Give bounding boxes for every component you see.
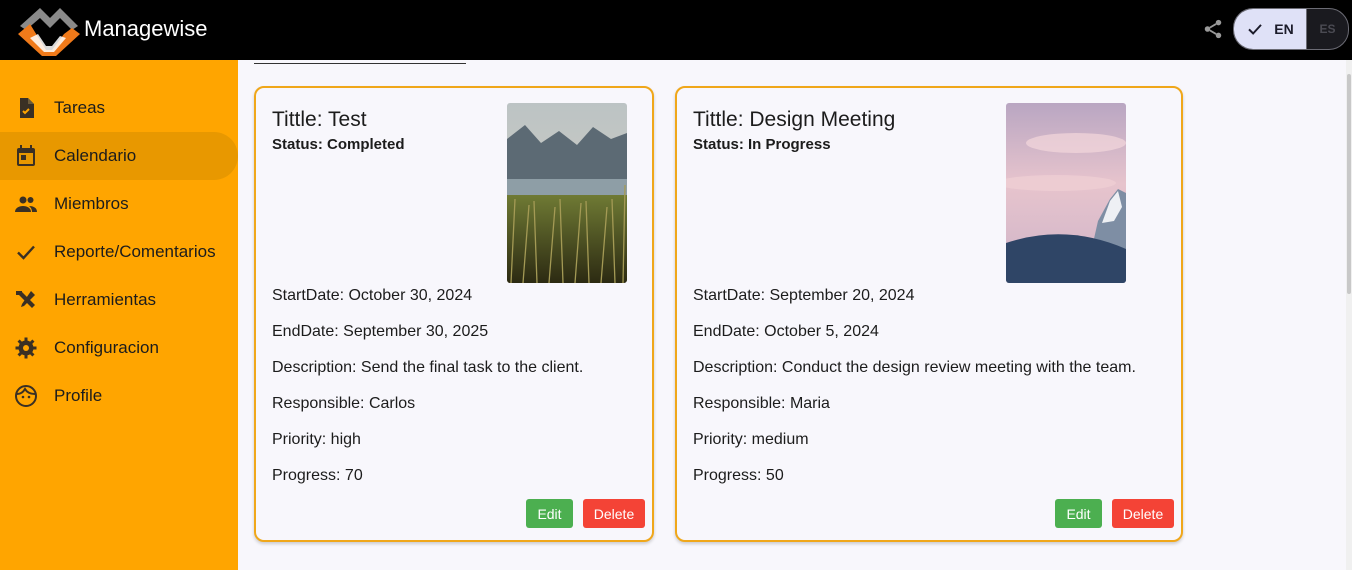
share-icon[interactable] (1202, 18, 1224, 40)
check-icon (1248, 24, 1262, 35)
top-bar: Managewise EN ES (0, 0, 1352, 60)
edit-button[interactable]: Edit (1055, 499, 1102, 528)
lake-mountains-photo (507, 103, 627, 283)
sidebar: Tareas Calendario Miembros Reporte/Comen… (0, 60, 238, 570)
card-priority: Priority: high (272, 431, 361, 448)
card-responsible: Responsible: Carlos (272, 395, 416, 412)
face-icon (15, 385, 37, 407)
scrollbar-thumb[interactable] (1347, 74, 1351, 294)
card-end-date: EndDate: September 30, 2025 (272, 323, 489, 340)
app-title: Managewise (84, 16, 208, 41)
sidebar-item-label: Reporte/Comentarios (54, 242, 216, 261)
language-es-button[interactable]: ES (1307, 9, 1348, 49)
task-icon (20, 98, 34, 118)
gear-icon (15, 337, 37, 359)
language-en-button[interactable]: EN (1234, 9, 1307, 49)
edit-button[interactable]: Edit (526, 499, 573, 528)
sidebar-item-label: Configuracion (54, 338, 159, 357)
language-toggle: EN ES (1233, 8, 1349, 50)
sidebar-item-label: Calendario (54, 146, 137, 165)
sidebar-item-miembros[interactable]: Miembros (0, 180, 238, 228)
main-content: Tittle: Test Status: Completed StartDate… (238, 60, 1352, 570)
sidebar-item-profile[interactable]: Profile (0, 372, 238, 420)
sidebar-item-herramientas[interactable]: Herramientas (0, 276, 238, 324)
card-description: Description: Conduct the design review m… (693, 359, 1136, 376)
language-en-label: EN (1274, 21, 1294, 37)
managewise-logo (18, 8, 80, 56)
card-description: Description: Send the final task to the … (272, 359, 584, 376)
check-icon (17, 245, 35, 260)
card-progress: Progress: 70 (272, 467, 363, 484)
card-status: Status: In Progress (693, 136, 831, 153)
card-status: Status: Completed (272, 136, 405, 153)
task-card: Tittle: Test Status: Completed StartDate… (254, 86, 654, 542)
card-end-date: EndDate: October 5, 2024 (693, 323, 879, 340)
tab-indicator (254, 63, 466, 64)
delete-button[interactable]: Delete (1112, 499, 1174, 528)
card-responsible: Responsible: Maria (693, 395, 830, 412)
card-start-date: StartDate: September 20, 2024 (693, 287, 915, 304)
card-priority: Priority: medium (693, 431, 809, 448)
delete-button[interactable]: Delete (583, 499, 645, 528)
sidebar-item-tareas[interactable]: Tareas (0, 84, 238, 132)
card-title: Tittle: Design Meeting (693, 108, 896, 131)
people-icon (15, 196, 37, 212)
language-es-label: ES (1319, 22, 1336, 36)
task-card: Tittle: Design Meeting Status: In Progre… (675, 86, 1183, 542)
scrollbar-track[interactable] (1346, 60, 1352, 570)
calendar-icon (17, 145, 35, 166)
sidebar-item-configuracion[interactable]: Configuracion (0, 324, 238, 372)
tools-icon (16, 291, 35, 308)
sidebar-item-reporte[interactable]: Reporte/Comentarios (0, 228, 238, 276)
card-title: Tittle: Test (272, 108, 367, 131)
sidebar-item-label: Tareas (54, 98, 106, 117)
snowy-mountain-sunset-photo (1006, 103, 1126, 283)
sidebar-item-calendario[interactable]: Calendario (0, 132, 238, 180)
card-start-date: StartDate: October 30, 2024 (272, 287, 473, 304)
sidebar-item-label: Herramientas (54, 290, 157, 309)
card-progress: Progress: 50 (693, 467, 784, 484)
sidebar-item-label: Miembros (54, 194, 129, 213)
sidebar-item-label: Profile (54, 386, 103, 405)
